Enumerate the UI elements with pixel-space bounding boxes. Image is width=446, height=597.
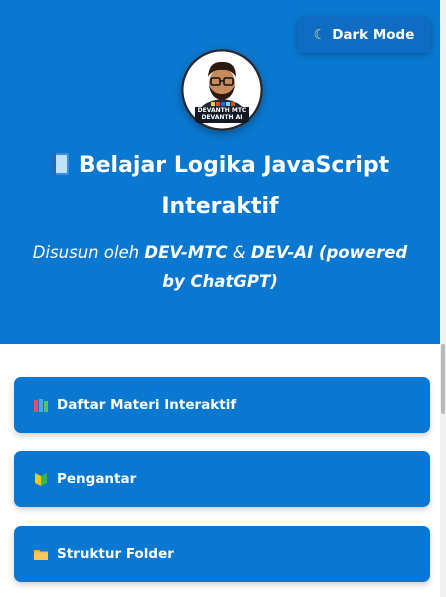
avatar-text-line2: DEVANTH AI	[201, 114, 243, 121]
beginner-icon	[33, 471, 49, 487]
menu-item-label: Daftar Materi Interaktif	[57, 397, 237, 413]
dark-mode-label: Dark Mode	[332, 27, 415, 43]
menu-item-struktur-folder[interactable]: Struktur Folder	[14, 526, 430, 582]
page-subtitle: Disusun oleh DEV-MTC & DEV-AI (powered b…	[20, 238, 420, 296]
scrollbar-track[interactable]	[440, 0, 446, 597]
page-title-text: Belajar Logika JavaScript Interaktif	[78, 153, 390, 219]
scrollbar-thumb[interactable]	[441, 344, 445, 414]
page: ☾ Dark Mode DEVANTH MTC DEVANTH AI Belaj…	[0, 0, 440, 597]
dark-mode-button[interactable]: ☾ Dark Mode	[297, 17, 431, 53]
page-title: Belajar Logika JavaScript Interaktif	[20, 145, 420, 227]
menu-item-pengantar[interactable]: Pengantar	[14, 451, 430, 507]
subtitle-prefix: Disusun oleh	[32, 243, 145, 262]
hero-header: ☾ Dark Mode DEVANTH MTC DEVANTH AI Belaj…	[0, 0, 440, 344]
books-icon	[33, 397, 49, 413]
author-1: DEV-MTC	[144, 243, 228, 262]
menu-item-label: Pengantar	[57, 471, 137, 487]
moon-icon: ☾	[313, 27, 327, 43]
blue-book-icon	[51, 145, 71, 186]
menu-item-label: Struktur Folder	[57, 546, 174, 562]
subtitle-and: &	[227, 243, 251, 262]
menu-item-daftar-materi[interactable]: Daftar Materi Interaktif	[14, 377, 430, 433]
avatar: DEVANTH MTC DEVANTH AI	[181, 49, 263, 131]
avatar-text-line1: DEVANTH MTC	[197, 107, 247, 114]
folder-icon	[33, 546, 49, 562]
